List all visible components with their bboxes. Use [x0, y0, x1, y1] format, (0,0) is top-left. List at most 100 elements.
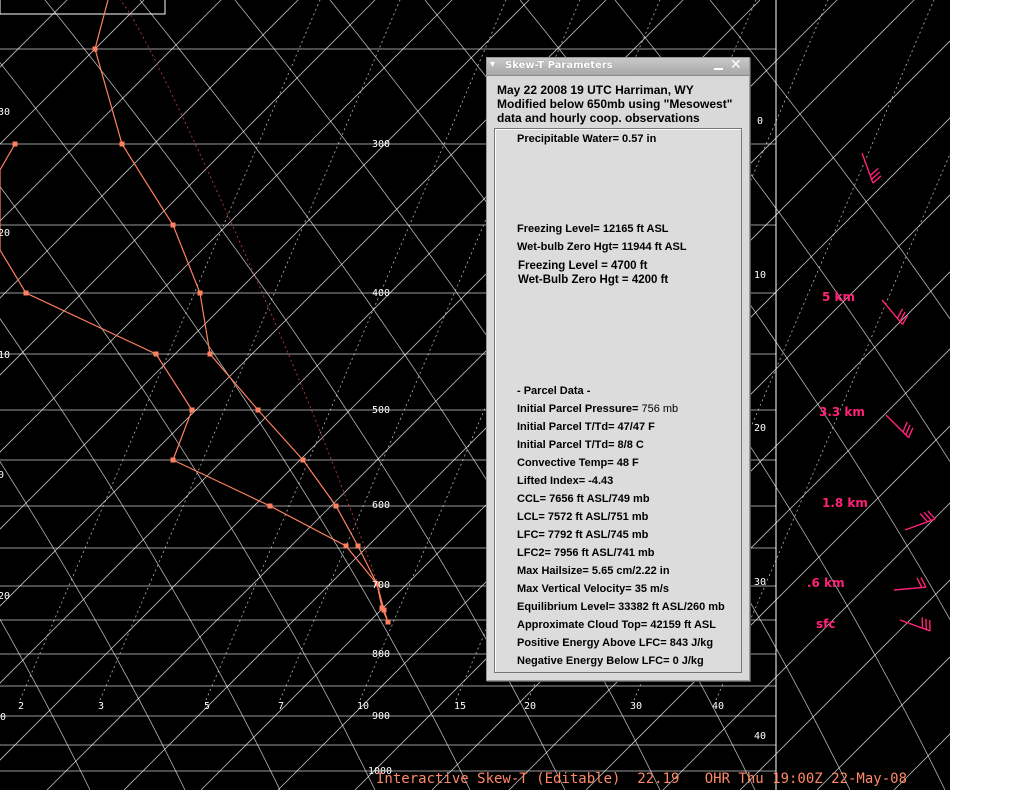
temperature-trace [94, 0, 389, 623]
convective-temp: Convective Temp= 48 F [517, 457, 639, 469]
isotherm [0, 0, 145, 145]
parcel-path [119, 0, 381, 591]
lfc: LFC= 7792 ft ASL/745 mb [517, 529, 649, 541]
parcel-data-header: - Parcel Data - [517, 385, 591, 397]
temperature-point [355, 543, 361, 549]
dewpoint-point [189, 407, 195, 413]
dry-adiabat [0, 618, 91, 790]
mixing-label-15: 15 [454, 701, 467, 712]
dry-adiabat [0, 318, 281, 790]
temperature-point [119, 141, 125, 147]
mixing-ratio-line [19, 0, 321, 701]
temperature-point [255, 407, 261, 413]
dewpoint-point [343, 543, 349, 549]
right-isotherm-label: 40 [754, 731, 767, 742]
wind-barb [893, 577, 927, 591]
cloud-top: Approximate Cloud Top= 42159 ft ASL [517, 619, 716, 631]
left-isotherm-label: 0 [0, 712, 7, 723]
dewpoint-point [12, 141, 18, 147]
wetbulb-zero: Wet-Bulb Zero Hgt = 4200 ft [518, 274, 669, 286]
wetbulb-zero-asl: Wet-bulb Zero Hgt= 11944 ft ASL [517, 241, 687, 253]
isotherm [0, 0, 530, 530]
wind-height-label-1-8km: 1.8 km [822, 496, 868, 510]
close-button[interactable]: ✕ [730, 57, 742, 73]
ccl: CCL= 7656 ft ASL/749 mb [517, 493, 650, 505]
precipitable-water: Precipitable Water= 0.57 in [517, 133, 657, 145]
pressure-label-700: 700 [372, 580, 391, 591]
max-vertical-velocity: Max Vertical Velocity= 35 m/s [517, 583, 669, 595]
initial-parcel-pressure-label: Initial Parcel Pressure= [517, 403, 639, 415]
map-inset [0, 0, 166, 15]
dry-adiabat [0, 460, 186, 790]
dewpoint-trace [0, 143, 389, 623]
window-titlebar[interactable]: ▾ Skew-T Parameters ✕ [487, 57, 749, 76]
mixing-ratio-line [715, 152, 950, 701]
wind-barb [861, 152, 882, 184]
mixing-label-5: 5 [204, 701, 211, 712]
right-isotherm-label: 30 [754, 577, 767, 588]
mixing-label-20: 20 [524, 701, 537, 712]
pressure-label-900: 900 [372, 711, 391, 722]
temperature-point [92, 46, 98, 52]
wind-height-label-5km: 5 km [822, 290, 856, 304]
status-bar: Interactive Skew-T (Editable) 22.19 OHR … [376, 771, 908, 787]
header-line: Modified below 650mb using "Mesowest" [497, 97, 733, 111]
mixing-label-2: 2 [18, 701, 25, 712]
max-hailsize: Max Hailsize= 5.65 cm/2.22 in [517, 565, 670, 577]
initial-parcel-pressure: Initial Parcel Pressure= 756 mb [517, 403, 678, 415]
mixing-label-3: 3 [98, 701, 105, 712]
temperature-point [170, 222, 176, 228]
header-line: May 22 2008 19 UTC Harriman, WY [497, 83, 694, 97]
equilibrium-level: Equilibrium Level= 33382 ft ASL/260 mb [517, 601, 725, 613]
left-isotherm-label: 20 [0, 228, 11, 239]
wind-height-label-3-3km: 3.3 km [819, 405, 865, 419]
mixing-label-7: 7 [278, 701, 285, 712]
pressure-label-500: 500 [372, 405, 391, 416]
isotherm [0, 0, 453, 453]
initial-parcel-pressure-value: 756 mb [641, 403, 679, 415]
lcl: LCL= 7572 ft ASL/751 mb [517, 511, 649, 523]
minimize-button[interactable] [714, 61, 723, 70]
isotherm [0, 0, 222, 222]
lifted-index: Lifted Index= -4.43 [517, 475, 614, 487]
left-isotherm-label: 0 [0, 470, 5, 481]
dry-adiabat [0, 185, 376, 790]
wind-height-label-sfc: sfc [816, 617, 836, 631]
temperature-point [197, 290, 203, 296]
dry-adiabat [0, 61, 471, 790]
dewpoint-point [385, 619, 391, 625]
mixing-label-30: 30 [630, 701, 643, 712]
lfc2: LFC2= 7956 ft ASL/741 mb [517, 547, 655, 559]
positive-energy: Positive Energy Above LFC= 843 J/kg [517, 637, 714, 649]
isotherm [893, 733, 950, 790]
initial-parcel-ttd-f: Initial Parcel T/Td= 47/47 F [517, 421, 655, 433]
freezing-level: Freezing Level = 4700 ft [518, 260, 648, 272]
sounding-header: May 22 2008 19 UTC Harriman, WY Modified… [497, 83, 745, 125]
wind-height-label-0-6km: .6 km [807, 576, 845, 590]
wind-barb [885, 414, 914, 439]
left-isotherm-label: 10 [0, 350, 11, 361]
negative-energy: Negative Energy Below LFC= 0 J/kg [517, 655, 704, 667]
left-isotherm-label: 20 [0, 591, 11, 602]
right-isotherm-label: 20 [754, 423, 767, 434]
temperature-point [333, 503, 339, 509]
window-title: Skew-T Parameters [505, 60, 613, 71]
skewt-grid [0, 0, 950, 790]
initial-parcel-ttd-c: Initial Parcel T/Td= 8/8 C [517, 439, 644, 451]
isotherm [739, 579, 950, 790]
pressure-label-800: 800 [372, 649, 391, 660]
skewt-parameters-window[interactable]: ▾ Skew-T Parameters ✕ May 22 2008 19 UTC… [486, 57, 750, 681]
parameters-panel: Precipitable Water= 0.57 in Freezing Lev… [494, 128, 742, 673]
mixing-label-40: 40 [712, 701, 725, 712]
dewpoint-point [379, 605, 385, 611]
dewpoint-point [153, 351, 159, 357]
dewpoint-point [23, 290, 29, 296]
window-menu-icon[interactable]: ▾ [490, 59, 502, 73]
temperature-point [300, 457, 306, 463]
skewt-plot[interactable]: 300 400 500 600 700 800 900 1000 2 3 5 7… [0, 0, 950, 790]
right-isotherm-label: 0 [757, 116, 764, 127]
temperature-point [207, 351, 213, 357]
wind-barb [881, 299, 909, 325]
header-line: data and hourly coop. observations [497, 111, 700, 125]
isotherm [0, 0, 376, 376]
